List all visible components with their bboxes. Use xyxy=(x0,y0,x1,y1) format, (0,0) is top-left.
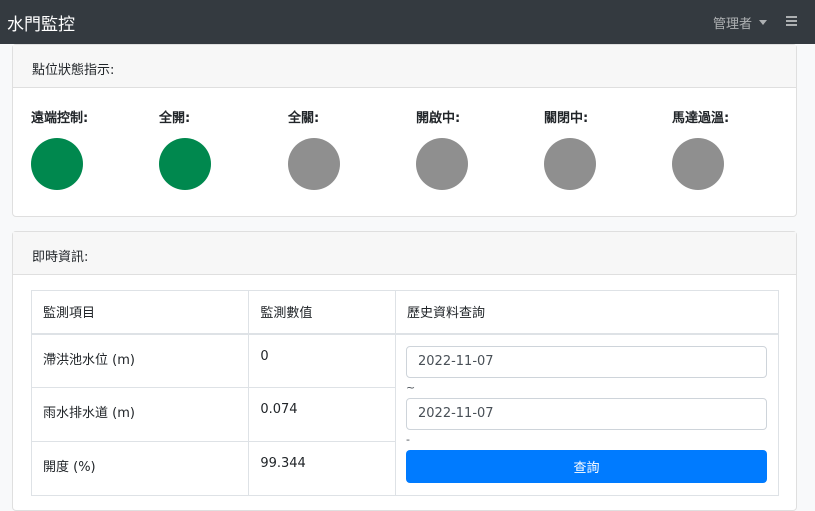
column-header-value: 監測數值 xyxy=(248,290,396,335)
indicator-light-remote xyxy=(31,138,83,190)
monitoring-table: 監測項目 監測數值 歷史資料查詢 滯洪池水位 (m) 0 ~ - 查詢 雨水排水… xyxy=(30,290,779,496)
user-name: 管理者 xyxy=(712,17,752,32)
table-header-row: 監測項目 監測數值 歷史資料查詢 xyxy=(30,290,779,335)
row-item-gate-opening: 開度 (%) xyxy=(30,441,250,496)
top-navbar: 水門監控 管理者 xyxy=(0,0,815,44)
history-query-panel: ~ - 查詢 xyxy=(395,333,779,496)
indicator-label-closing: 關閉中: xyxy=(544,111,589,126)
caret-down-icon xyxy=(759,20,767,25)
indicator-light-opening xyxy=(416,138,468,190)
date-range-separator: ~ xyxy=(406,380,416,394)
status-card: 點位狀態指示: xyxy=(12,44,797,217)
status-card-header: 點位狀態指示: xyxy=(13,45,796,88)
table-row: 滯洪池水位 (m) 0 ~ - 查詢 xyxy=(30,333,779,496)
indicator-light-fully-closed xyxy=(288,138,340,190)
row-value-detention-pond-level: 0 xyxy=(248,333,396,388)
indicator-label-fully-closed: 全關: xyxy=(288,111,320,126)
indicator-light-motor-overheat xyxy=(672,138,724,190)
indicator-label-fully-open: 全開: xyxy=(159,111,191,126)
start-date-input[interactable] xyxy=(406,345,767,378)
row-value-gate-opening: 99.344 xyxy=(248,441,396,496)
query-button[interactable]: 查詢 xyxy=(406,449,767,483)
indicator-label-opening: 開啟中: xyxy=(416,111,461,126)
end-date-input[interactable] xyxy=(406,397,767,430)
column-header-item: 監測項目 xyxy=(30,290,250,335)
indicator-label-motor-overheat: 馬達過溫: xyxy=(672,111,730,126)
column-header-history-query: 歷史資料查詢 xyxy=(395,290,779,335)
indicator-light-fully-open xyxy=(159,138,211,190)
app-title[interactable]: 水門監控 xyxy=(7,10,75,35)
row-item-detention-pond-level: 滯洪池水位 (m) xyxy=(30,333,250,388)
row-value-rainwater-drain: 0.074 xyxy=(248,387,396,442)
realtime-card-header: 即時資訊: xyxy=(13,232,796,275)
button-separator: - xyxy=(406,432,410,446)
hamburger-menu-icon[interactable] xyxy=(786,16,797,26)
indicator-light-closing xyxy=(544,138,596,190)
row-item-rainwater-drain: 雨水排水道 (m) xyxy=(30,387,250,442)
user-menu-dropdown[interactable]: 管理者 xyxy=(713,13,767,32)
indicator-label-remote: 遠端控制: xyxy=(31,111,89,126)
